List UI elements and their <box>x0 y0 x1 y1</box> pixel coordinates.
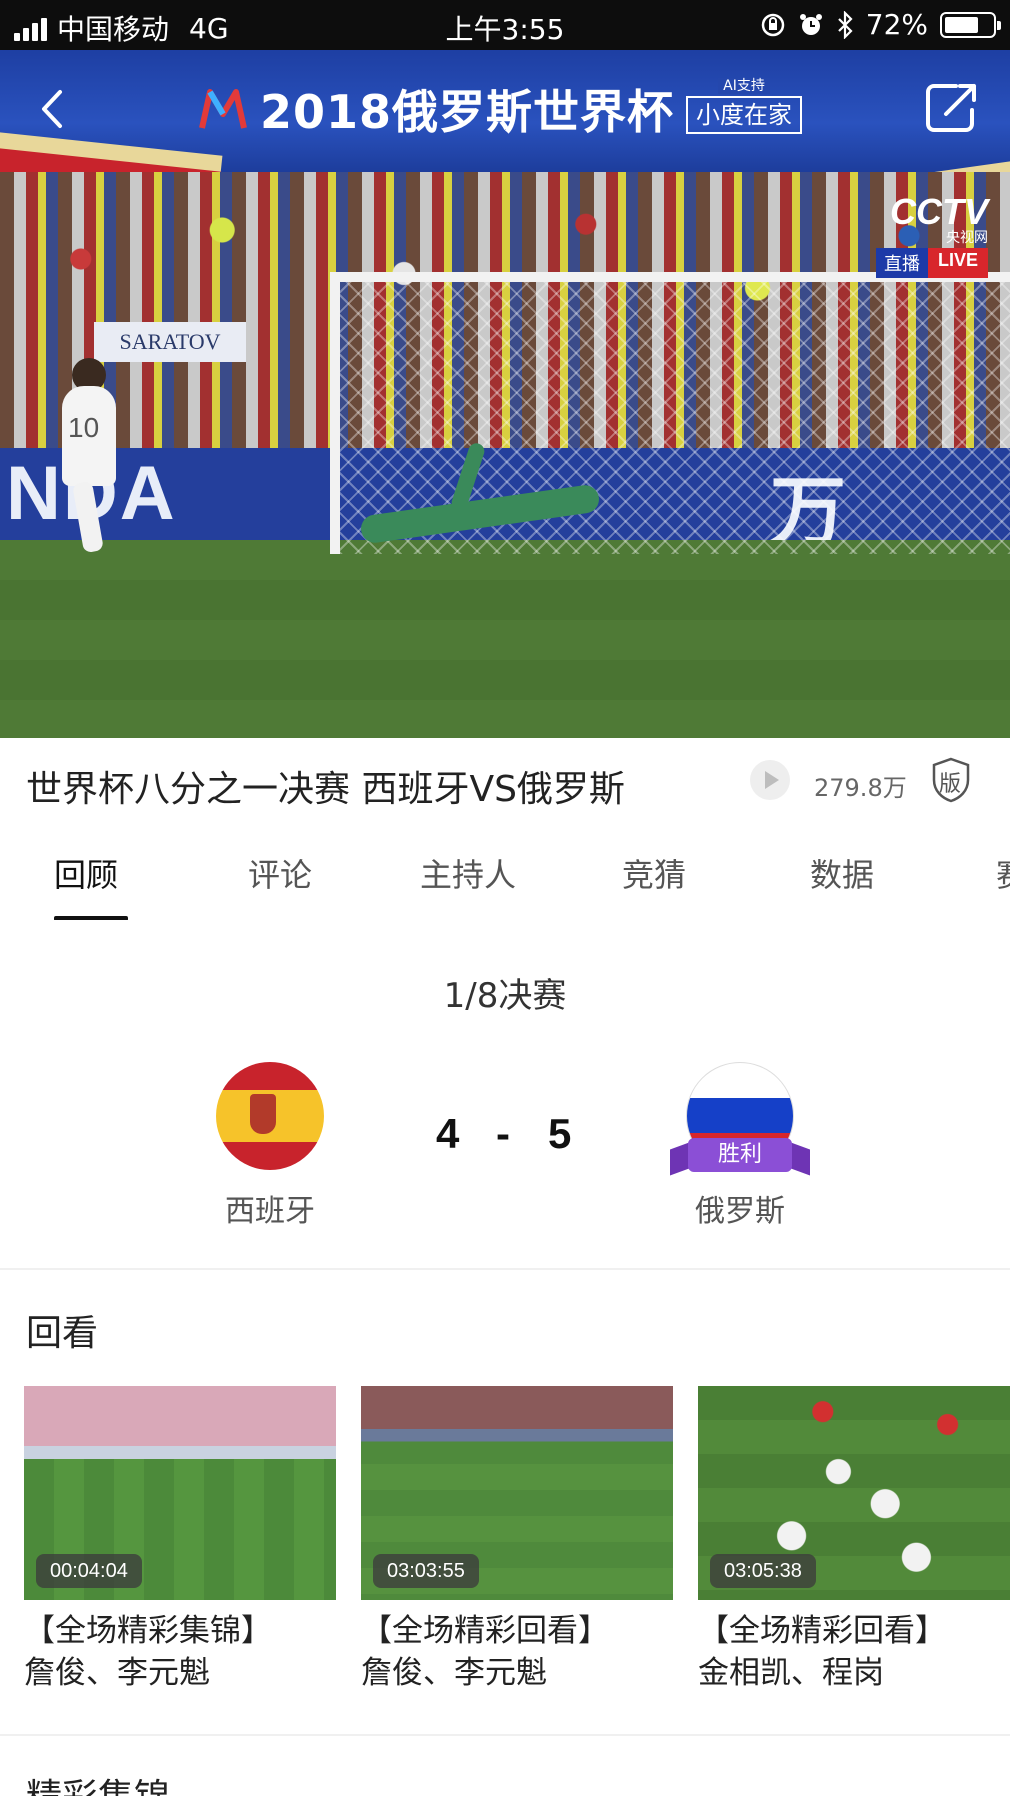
score-separator: - <box>496 1110 510 1157</box>
video-title-row: 世界杯八分之一决赛 西班牙VS俄罗斯 279.8万 版 <box>0 738 1010 828</box>
replay-title-line2: 詹俊、李元魁 <box>24 1655 210 1691</box>
video-title: 世界杯八分之一决赛 西班牙VS俄罗斯 <box>26 769 625 810</box>
status-right: 72% <box>760 8 1001 41</box>
replay-title-line2: 金相凯、程岗 <box>698 1655 884 1691</box>
home-team[interactable]: 西班牙 <box>200 1062 340 1230</box>
replay-thumbnail: 03:03:55 <box>361 1386 673 1600</box>
page-title: 2018俄罗斯世界杯 <box>260 85 675 139</box>
broadcaster-logo: CCTV 央视网 直播 LIVE <box>875 191 988 278</box>
brand-logo-icon <box>199 89 247 129</box>
home-team-name: 西班牙 <box>225 1194 315 1229</box>
away-team[interactable]: 胜利 俄罗斯 <box>670 1062 810 1230</box>
tab-guess[interactable]: 竞猜 <box>622 850 686 896</box>
spain-flag-icon <box>216 1062 324 1170</box>
header-decoration <box>848 156 1010 172</box>
tab-review[interactable]: 回顾 <box>54 850 118 896</box>
highlights-section-title: 精彩集锦 <box>26 1768 170 1796</box>
spain-crest-icon <box>250 1094 276 1134</box>
tab-more[interactable]: 赛 <box>996 850 1010 896</box>
ai-badge-top: AI支持 <box>718 78 770 94</box>
back-chevron-icon[interactable] <box>30 84 80 134</box>
video-duration: 03:03:55 <box>373 1554 479 1588</box>
broadcaster-sub: 央视网 <box>946 230 988 246</box>
replay-card[interactable]: 00:04:04 【全场精彩集锦】 詹俊、李元魁 <box>24 1386 336 1694</box>
replay-title-line1: 【全场精彩回看】 <box>698 1613 946 1649</box>
pitch <box>0 540 1010 738</box>
share-icon[interactable] <box>924 80 980 134</box>
live-cn-badge: 直播 <box>875 248 928 278</box>
live-badges: 直播 LIVE <box>875 248 988 278</box>
lock-rotation-icon <box>761 13 785 36</box>
replay-section-title: 回看 <box>26 1313 99 1354</box>
replay-card[interactable]: 03:05:38 【全场精彩回看】 金相凯、程岗 <box>698 1386 1010 1694</box>
section-divider <box>0 1268 1010 1270</box>
away-team-name: 俄罗斯 <box>695 1194 785 1229</box>
section-divider <box>0 1734 1010 1736</box>
winner-badge: 胜利 <box>688 1138 792 1172</box>
crowd-banner: SARATOV <box>94 322 246 362</box>
ai-badge-label: 小度在家 <box>696 101 793 129</box>
broadcaster-name: CCTV <box>890 191 988 232</box>
match-round: 1/8决赛 <box>443 976 567 1016</box>
tab-stats[interactable]: 数据 <box>810 850 874 896</box>
replay-thumbnail: 00:04:04 <box>24 1386 336 1600</box>
replay-thumbnail: 03:05:38 <box>698 1386 1010 1600</box>
live-badge: LIVE <box>927 248 988 278</box>
tab-bar: 回顾 评论 主持人 竞猜 数据 赛 <box>0 840 1010 920</box>
bluetooth-icon <box>837 10 853 39</box>
video-player[interactable]: SARATOV NDA 万 10 CCTV 央视网 直播 LIVE <box>0 172 1010 738</box>
play-count-icon <box>750 760 790 800</box>
player-number: 10 <box>68 412 100 443</box>
copyright-shield-icon[interactable]: 版 <box>930 756 972 804</box>
replay-title-line2: 詹俊、李元魁 <box>361 1655 547 1691</box>
copyright-badge-label: 版 <box>939 772 962 797</box>
header-title-group: 2018俄罗斯世界杯 AI支持 小度在家 <box>198 76 803 142</box>
home-score: 4 <box>436 1110 460 1157</box>
battery-icon <box>940 11 1001 38</box>
away-score: 5 <box>548 1110 572 1157</box>
view-count: 279.8万 <box>814 774 907 802</box>
replay-title-line1: 【全场精彩集锦】 <box>24 1613 272 1649</box>
video-duration: 03:05:38 <box>710 1554 816 1588</box>
status-bar: 中国移动 4G 上午3:55 72% <box>0 0 1010 50</box>
replay-title-line1: 【全场精彩回看】 <box>361 1613 609 1649</box>
tab-comments[interactable]: 评论 <box>248 850 312 896</box>
battery-fill <box>945 16 979 33</box>
battery-percent: 72% <box>865 8 928 41</box>
video-duration: 00:04:04 <box>36 1554 142 1588</box>
ai-badge: AI支持 小度在家 <box>686 78 803 134</box>
tab-active-indicator <box>54 916 128 920</box>
alarm-icon <box>799 13 822 35</box>
winner-ribbon: 胜利 <box>670 1134 810 1176</box>
replay-card[interactable]: 03:03:55 【全场精彩回看】 詹俊、李元魁 <box>361 1386 673 1694</box>
app-header: 2018俄罗斯世界杯 AI支持 小度在家 <box>0 50 1010 172</box>
tab-host[interactable]: 主持人 <box>420 850 516 896</box>
